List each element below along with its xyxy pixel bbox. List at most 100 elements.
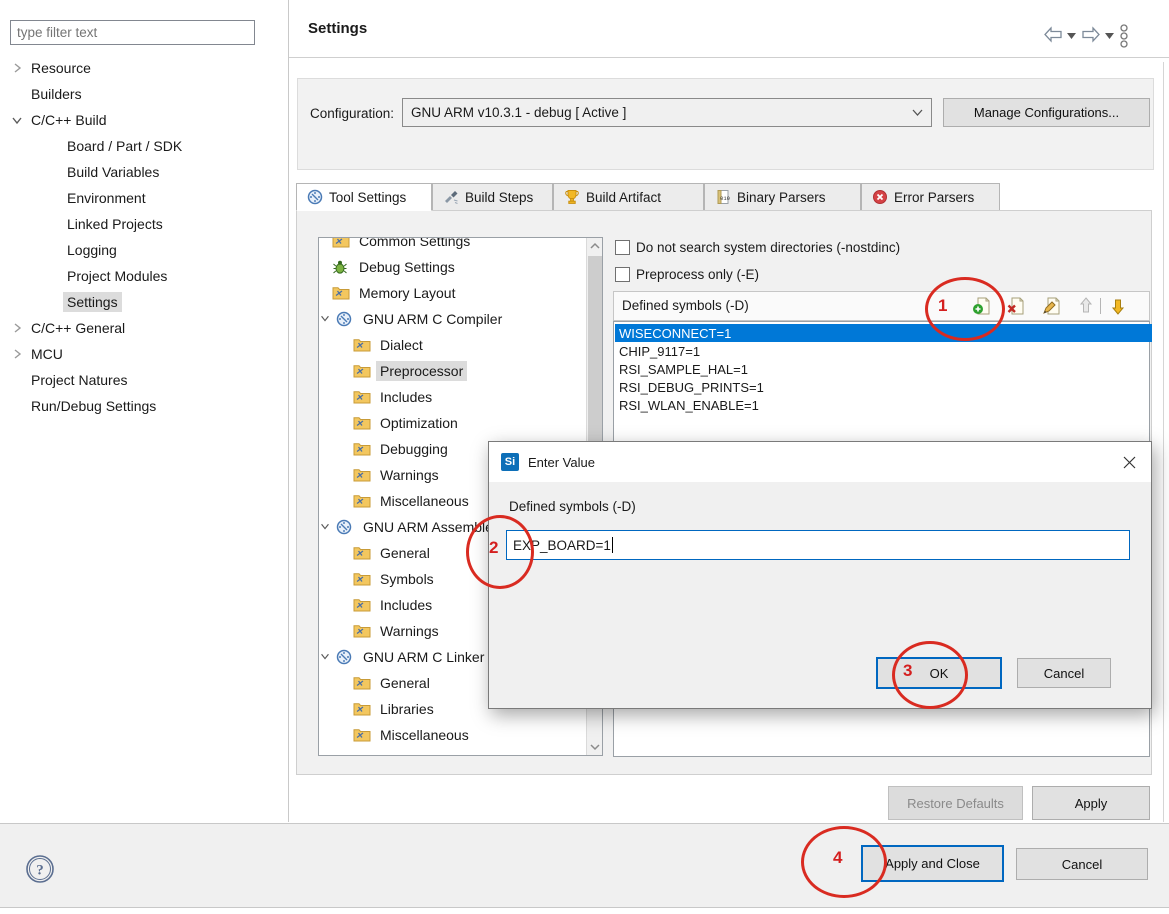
defined-symbols-label: Defined symbols (-D) xyxy=(622,298,749,313)
annotation-circle-4 xyxy=(801,826,887,898)
tree-item-preprocessor[interactable]: Preprocessor xyxy=(353,358,467,384)
tree-item-debug-settings[interactable]: Debug Settings xyxy=(332,254,459,280)
back-arrow-icon[interactable] xyxy=(1043,26,1063,43)
tree-item-general[interactable]: General xyxy=(353,540,434,566)
defined-symbol-input[interactable]: EXP_BOARD=1 xyxy=(506,530,1130,560)
folder-wrench-icon xyxy=(353,467,371,483)
tree-item-gnu-arm-c-compiler[interactable]: GNU ARM C Compiler xyxy=(319,306,506,332)
scrollbar-thumb[interactable] xyxy=(588,256,602,471)
list-item-selected[interactable]: WISECONNECT=1 xyxy=(615,324,1152,342)
tree-item-label: Symbols xyxy=(376,569,438,589)
folder-wrench-icon xyxy=(332,237,350,249)
folder-wrench-icon xyxy=(353,597,371,613)
chevron-right-icon[interactable] xyxy=(10,61,24,75)
tab-error-parsers[interactable]: Error Parsers xyxy=(861,183,1000,211)
header-divider xyxy=(289,57,1169,58)
tree-item-includes[interactable]: Includes xyxy=(353,384,436,410)
list-item[interactable]: RSI_SAMPLE_HAL=1 xyxy=(615,360,1152,378)
edit-symbol-icon[interactable] xyxy=(1042,296,1062,316)
manage-configurations-button[interactable]: Manage Configurations... xyxy=(943,98,1150,127)
dialog-cancel-button[interactable]: Cancel xyxy=(1017,658,1111,688)
tree-item-label: Preprocessor xyxy=(376,361,467,381)
enter-value-dialog: Si Enter Value Defined symbols (-D) EXP_… xyxy=(488,441,1152,709)
tree-item-gnu-arm-c-linker[interactable]: GNU ARM C Linker xyxy=(319,644,488,670)
forward-dropdown-icon[interactable] xyxy=(1105,33,1114,39)
annotation-number-1: 1 xyxy=(938,296,947,316)
chevron-right-icon[interactable] xyxy=(10,321,24,335)
sidebar-item-environment[interactable]: Environment xyxy=(63,185,150,211)
tab-binary-parsers[interactable]: 010 Binary Parsers xyxy=(704,183,861,211)
tree-item-debugging[interactable]: Debugging xyxy=(353,436,452,462)
chevron-down-icon[interactable] xyxy=(10,113,24,127)
tree-item-warnings-asm[interactable]: Warnings xyxy=(353,618,443,644)
sidebar-item-project-natures[interactable]: Project Natures xyxy=(27,367,131,393)
footer-cancel-button[interactable]: Cancel xyxy=(1016,848,1148,880)
folder-wrench-icon xyxy=(353,389,371,405)
sidebar-item-run-debug-settings[interactable]: Run/Debug Settings xyxy=(27,393,160,419)
apply-button[interactable]: Apply xyxy=(1032,786,1150,820)
sidebar-item-cpp-build[interactable]: C/C++ Build xyxy=(10,107,110,133)
sidebar-item-cpp-general[interactable]: C/C++ General xyxy=(10,315,129,341)
tab-build-artifact[interactable]: Build Artifact xyxy=(553,183,704,211)
checkbox-unchecked[interactable] xyxy=(615,240,630,255)
tree-item-dialect[interactable]: Dialect xyxy=(353,332,427,358)
close-icon[interactable] xyxy=(1115,449,1143,475)
chevron-down-icon[interactable] xyxy=(319,312,333,326)
view-menu-icon[interactable] xyxy=(1119,24,1129,48)
error-icon xyxy=(872,189,888,205)
chevron-down-icon[interactable] xyxy=(319,520,333,534)
sidebar-item-label: C/C++ Build xyxy=(27,110,110,130)
tree-item-libraries[interactable]: Libraries xyxy=(353,696,438,722)
chevron-down-icon[interactable] xyxy=(319,650,333,664)
tree-item-shared-library-settings[interactable]: Shared Library Settings xyxy=(353,748,530,756)
checkbox-row-preprocess-only[interactable]: Preprocess only (-E) xyxy=(615,267,759,282)
move-up-icon[interactable] xyxy=(1076,296,1096,316)
dialog-titlebar[interactable]: Si Enter Value xyxy=(489,442,1151,482)
scroll-down-icon[interactable] xyxy=(589,742,601,752)
forward-arrow-icon[interactable] xyxy=(1081,26,1101,43)
tab-label: Build Steps xyxy=(465,190,533,205)
help-icon[interactable]: ? xyxy=(24,853,56,885)
list-item[interactable]: RSI_DEBUG_PRINTS=1 xyxy=(615,378,1152,396)
back-dropdown-icon[interactable] xyxy=(1067,33,1076,39)
list-item[interactable]: RSI_WLAN_ENABLE=1 xyxy=(615,396,1152,414)
sidebar-item-label: Build Variables xyxy=(63,162,163,182)
checkbox-row-nostdinc[interactable]: Do not search system directories (-nostd… xyxy=(615,240,900,255)
list-item[interactable]: CHIP_9117=1 xyxy=(615,342,1152,360)
tree-item-symbols[interactable]: Symbols xyxy=(353,566,438,592)
search-input[interactable] xyxy=(10,20,255,45)
sidebar-item-build-variables[interactable]: Build Variables xyxy=(63,159,163,185)
sidebar-item-board-part-sdk[interactable]: Board / Part / SDK xyxy=(63,133,186,159)
sidebar-item-label: Environment xyxy=(63,188,150,208)
gauge-icon xyxy=(336,311,354,327)
sidebar-item-label: Settings xyxy=(63,292,122,312)
sidebar-item-label: Logging xyxy=(63,240,121,260)
tree-item-includes-asm[interactable]: Includes xyxy=(353,592,436,618)
tree-item-common-settings[interactable]: Common Settings xyxy=(332,237,474,254)
tab-tool-settings[interactable]: Tool Settings xyxy=(296,183,432,211)
scroll-up-icon[interactable] xyxy=(589,241,601,251)
sidebar-item-builders[interactable]: Builders xyxy=(27,81,86,107)
configuration-dropdown[interactable]: GNU ARM v10.3.1 - debug [ Active ] xyxy=(402,98,932,127)
move-down-icon[interactable] xyxy=(1108,296,1128,316)
tree-item-warnings[interactable]: Warnings xyxy=(353,462,443,488)
chevron-right-icon[interactable] xyxy=(10,347,24,361)
tab-build-steps[interactable]: Build Steps xyxy=(432,183,553,211)
checkbox-unchecked[interactable] xyxy=(615,267,630,282)
sidebar-item-resource[interactable]: Resource xyxy=(10,55,95,81)
sidebar-item-mcu[interactable]: MCU xyxy=(10,341,67,367)
tree-item-miscellaneous-linker[interactable]: Miscellaneous xyxy=(353,722,473,748)
tree-item-label: Common Settings xyxy=(355,237,474,251)
tree-item-memory-layout[interactable]: Memory Layout xyxy=(332,280,459,306)
tree-item-general-linker[interactable]: General xyxy=(353,670,434,696)
sidebar-item-project-modules[interactable]: Project Modules xyxy=(63,263,171,289)
tree-item-optimization[interactable]: Optimization xyxy=(353,410,462,436)
delete-symbol-icon[interactable] xyxy=(1006,296,1026,316)
sidebar-item-settings[interactable]: Settings xyxy=(63,289,122,315)
tree-item-miscellaneous[interactable]: Miscellaneous xyxy=(353,488,473,514)
sidebar-item-logging[interactable]: Logging xyxy=(63,237,121,263)
apply-and-close-label: Apply and Close xyxy=(885,856,980,871)
symbol-value: RSI_SAMPLE_HAL=1 xyxy=(619,362,748,377)
sidebar-item-linked-projects[interactable]: Linked Projects xyxy=(63,211,167,237)
annotation-circle-2 xyxy=(466,515,534,589)
